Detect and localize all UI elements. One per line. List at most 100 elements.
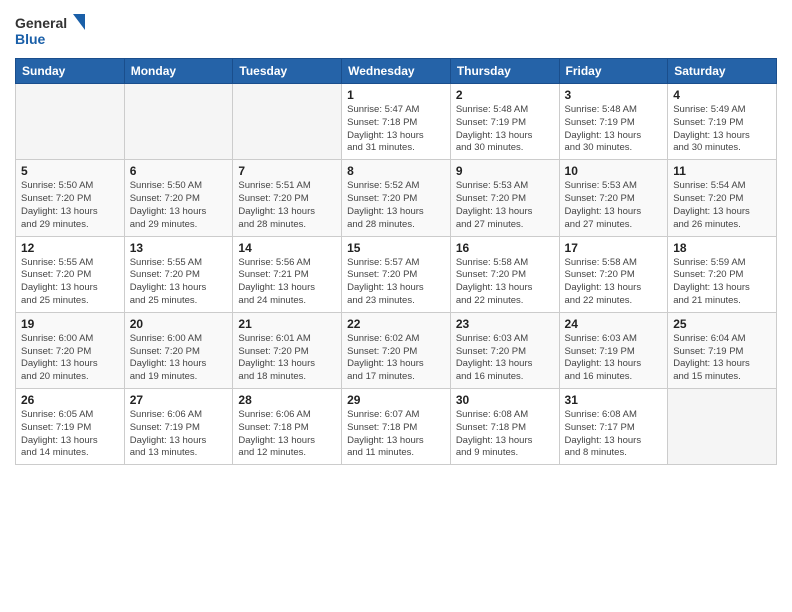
calendar-cell: 7 Sunrise: 5:51 AM Sunset: 7:20 PM Daylig… xyxy=(233,160,342,236)
calendar-week-row: 19 Sunrise: 6:00 AM Sunset: 7:20 PM Dayli… xyxy=(16,312,777,388)
day-info: Sunrise: 6:00 AM Sunset: 7:20 PM Dayligh… xyxy=(21,333,119,384)
calendar-cell: 23 Sunrise: 6:03 AM Sunset: 7:20 PM Dayli… xyxy=(450,312,559,388)
calendar-cell: 1 Sunrise: 5:47 AM Sunset: 7:18 PM Daylig… xyxy=(342,84,451,160)
day-number: 26 xyxy=(21,393,119,407)
calendar-cell: 15 Sunrise: 5:57 AM Sunset: 7:20 PM Dayli… xyxy=(342,236,451,312)
day-info: Sunrise: 5:50 AM Sunset: 7:20 PM Dayligh… xyxy=(130,180,228,231)
calendar-cell: 16Sunrise: 5:58 AM Sunset: 7:20 PM Dayli… xyxy=(450,236,559,312)
day-info: Sunrise: 5:53 AM Sunset: 7:20 PM Dayligh… xyxy=(565,180,663,231)
calendar-cell xyxy=(233,84,342,160)
day-number: 13 xyxy=(130,241,228,255)
day-info: Sunrise: 5:47 AM Sunset: 7:18 PM Dayligh… xyxy=(347,104,445,155)
day-number: 25 xyxy=(673,317,771,331)
day-number: 23 xyxy=(456,317,554,331)
calendar-header-row: SundayMondayTuesdayWednesdayThursdayFrid… xyxy=(16,59,777,84)
day-info: Sunrise: 5:59 AM Sunset: 7:20 PM Dayligh… xyxy=(673,257,771,308)
day-number: 15 xyxy=(347,241,445,255)
calendar-week-row: 12 Sunrise: 5:55 AM Sunset: 7:20 PM Dayli… xyxy=(16,236,777,312)
calendar-cell: 8 Sunrise: 5:52 AM Sunset: 7:20 PM Daylig… xyxy=(342,160,451,236)
calendar-cell: 26Sunrise: 6:05 AM Sunset: 7:19 PM Dayli… xyxy=(16,389,125,465)
day-info: Sunrise: 5:57 AM Sunset: 7:20 PM Dayligh… xyxy=(347,257,445,308)
page: General Blue SundayMondayTuesdayWednesda… xyxy=(0,0,792,612)
day-info: Sunrise: 6:02 AM Sunset: 7:20 PM Dayligh… xyxy=(347,333,445,384)
calendar-cell: 20 Sunrise: 6:00 AM Sunset: 7:20 PM Dayli… xyxy=(124,312,233,388)
day-info: Sunrise: 5:49 AM Sunset: 7:19 PM Dayligh… xyxy=(673,104,771,155)
day-of-week-header: Thursday xyxy=(450,59,559,84)
calendar-week-row: 5 Sunrise: 5:50 AM Sunset: 7:20 PM Daylig… xyxy=(16,160,777,236)
day-of-week-header: Tuesday xyxy=(233,59,342,84)
day-number: 14 xyxy=(238,241,336,255)
day-number: 22 xyxy=(347,317,445,331)
calendar-cell: 27 Sunrise: 6:06 AM Sunset: 7:19 PM Dayli… xyxy=(124,389,233,465)
day-number: 17 xyxy=(565,241,663,255)
day-info: Sunrise: 6:06 AM Sunset: 7:18 PM Dayligh… xyxy=(238,409,336,460)
logo-svg: General Blue xyxy=(15,10,85,50)
day-info: Sunrise: 5:48 AM Sunset: 7:19 PM Dayligh… xyxy=(456,104,554,155)
day-number: 6 xyxy=(130,164,228,178)
header: General Blue xyxy=(15,10,777,50)
day-info: Sunrise: 6:08 AM Sunset: 7:17 PM Dayligh… xyxy=(565,409,663,460)
calendar-cell: 14 Sunrise: 5:56 AM Sunset: 7:21 PM Dayli… xyxy=(233,236,342,312)
day-info: Sunrise: 5:54 AM Sunset: 7:20 PM Dayligh… xyxy=(673,180,771,231)
calendar-cell: 29Sunrise: 6:07 AM Sunset: 7:18 PM Dayli… xyxy=(342,389,451,465)
calendar-cell: 31 Sunrise: 6:08 AM Sunset: 7:17 PM Dayli… xyxy=(559,389,668,465)
day-info: Sunrise: 6:03 AM Sunset: 7:20 PM Dayligh… xyxy=(456,333,554,384)
day-number: 7 xyxy=(238,164,336,178)
calendar-cell: 6 Sunrise: 5:50 AM Sunset: 7:20 PM Daylig… xyxy=(124,160,233,236)
day-number: 21 xyxy=(238,317,336,331)
day-info: Sunrise: 5:50 AM Sunset: 7:20 PM Dayligh… xyxy=(21,180,119,231)
day-number: 10 xyxy=(565,164,663,178)
calendar-cell: 24Sunrise: 6:03 AM Sunset: 7:19 PM Dayli… xyxy=(559,312,668,388)
day-info: Sunrise: 6:08 AM Sunset: 7:18 PM Dayligh… xyxy=(456,409,554,460)
calendar-cell: 2 Sunrise: 5:48 AM Sunset: 7:19 PM Daylig… xyxy=(450,84,559,160)
day-number: 4 xyxy=(673,88,771,102)
day-number: 1 xyxy=(347,88,445,102)
day-of-week-header: Monday xyxy=(124,59,233,84)
svg-text:Blue: Blue xyxy=(15,31,46,47)
day-number: 2 xyxy=(456,88,554,102)
svg-text:General: General xyxy=(15,15,67,31)
calendar-cell xyxy=(16,84,125,160)
day-info: Sunrise: 5:52 AM Sunset: 7:20 PM Dayligh… xyxy=(347,180,445,231)
day-number: 12 xyxy=(21,241,119,255)
calendar-cell: 12 Sunrise: 5:55 AM Sunset: 7:20 PM Dayli… xyxy=(16,236,125,312)
day-number: 24 xyxy=(565,317,663,331)
day-number: 3 xyxy=(565,88,663,102)
day-info: Sunrise: 5:55 AM Sunset: 7:20 PM Dayligh… xyxy=(21,257,119,308)
calendar-cell: 17Sunrise: 5:58 AM Sunset: 7:20 PM Dayli… xyxy=(559,236,668,312)
calendar-cell: 19 Sunrise: 6:00 AM Sunset: 7:20 PM Dayli… xyxy=(16,312,125,388)
day-of-week-header: Friday xyxy=(559,59,668,84)
calendar-cell: 22 Sunrise: 6:02 AM Sunset: 7:20 PM Dayli… xyxy=(342,312,451,388)
day-number: 20 xyxy=(130,317,228,331)
calendar-cell: 5 Sunrise: 5:50 AM Sunset: 7:20 PM Daylig… xyxy=(16,160,125,236)
calendar-cell xyxy=(124,84,233,160)
day-info: Sunrise: 5:55 AM Sunset: 7:20 PM Dayligh… xyxy=(130,257,228,308)
calendar-cell: 11Sunrise: 5:54 AM Sunset: 7:20 PM Dayli… xyxy=(668,160,777,236)
day-of-week-header: Sunday xyxy=(16,59,125,84)
day-info: Sunrise: 5:58 AM Sunset: 7:20 PM Dayligh… xyxy=(456,257,554,308)
day-info: Sunrise: 6:06 AM Sunset: 7:19 PM Dayligh… xyxy=(130,409,228,460)
calendar-cell: 18Sunrise: 5:59 AM Sunset: 7:20 PM Dayli… xyxy=(668,236,777,312)
day-info: Sunrise: 5:56 AM Sunset: 7:21 PM Dayligh… xyxy=(238,257,336,308)
calendar-cell: 21 Sunrise: 6:01 AM Sunset: 7:20 PM Dayli… xyxy=(233,312,342,388)
day-number: 8 xyxy=(347,164,445,178)
day-of-week-header: Saturday xyxy=(668,59,777,84)
day-info: Sunrise: 6:01 AM Sunset: 7:20 PM Dayligh… xyxy=(238,333,336,384)
day-number: 29 xyxy=(347,393,445,407)
calendar-cell: 30Sunrise: 6:08 AM Sunset: 7:18 PM Dayli… xyxy=(450,389,559,465)
day-number: 31 xyxy=(565,393,663,407)
logo: General Blue xyxy=(15,10,85,50)
day-info: Sunrise: 5:51 AM Sunset: 7:20 PM Dayligh… xyxy=(238,180,336,231)
calendar-week-row: 1 Sunrise: 5:47 AM Sunset: 7:18 PM Daylig… xyxy=(16,84,777,160)
calendar-cell: 9Sunrise: 5:53 AM Sunset: 7:20 PM Daylig… xyxy=(450,160,559,236)
day-info: Sunrise: 6:00 AM Sunset: 7:20 PM Dayligh… xyxy=(130,333,228,384)
calendar-cell: 3Sunrise: 5:48 AM Sunset: 7:19 PM Daylig… xyxy=(559,84,668,160)
calendar-cell: 4 Sunrise: 5:49 AM Sunset: 7:19 PM Daylig… xyxy=(668,84,777,160)
day-number: 5 xyxy=(21,164,119,178)
day-number: 9 xyxy=(456,164,554,178)
day-number: 27 xyxy=(130,393,228,407)
day-number: 19 xyxy=(21,317,119,331)
calendar-cell: 25Sunrise: 6:04 AM Sunset: 7:19 PM Dayli… xyxy=(668,312,777,388)
calendar-week-row: 26Sunrise: 6:05 AM Sunset: 7:19 PM Dayli… xyxy=(16,389,777,465)
calendar-cell: 10 Sunrise: 5:53 AM Sunset: 7:20 PM Dayli… xyxy=(559,160,668,236)
